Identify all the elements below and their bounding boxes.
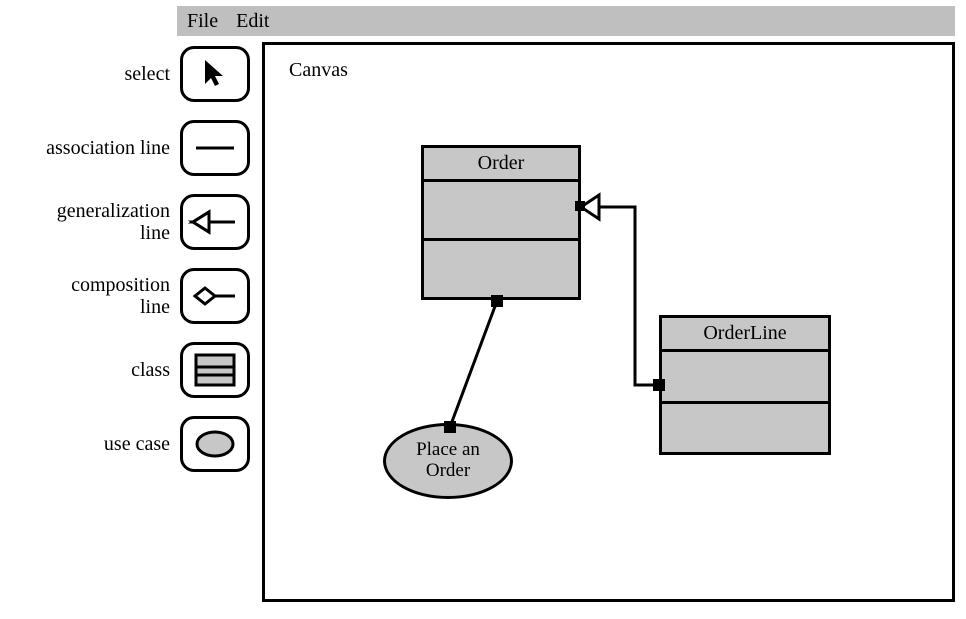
tool-usecase-button[interactable] <box>180 416 250 472</box>
tool-label-association: association line <box>46 137 170 159</box>
tool-row-class: class <box>0 342 250 398</box>
uml-usecase-place-order[interactable]: Place an Order <box>383 423 513 499</box>
tool-label-composition: composition line <box>40 274 170 318</box>
uml-class-order-title: Order <box>424 148 578 182</box>
uml-class-orderline[interactable]: OrderLine <box>659 315 831 455</box>
association-line-icon <box>190 133 240 163</box>
tool-row-composition: composition line <box>0 268 250 324</box>
menu-edit[interactable]: Edit <box>236 10 269 33</box>
class-icon <box>192 351 238 389</box>
generalization-line-icon <box>187 204 243 240</box>
canvas-title: Canvas <box>289 59 348 82</box>
cursor-icon <box>197 56 233 92</box>
uml-class-orderline-attrs <box>662 352 828 404</box>
menubar: File Edit <box>177 6 955 36</box>
tool-label-usecase: use case <box>104 433 170 455</box>
uml-class-orderline-ops <box>662 404 828 453</box>
uml-usecase-place-order-label: Place an Order <box>392 440 504 482</box>
uml-class-order-attrs <box>424 182 578 241</box>
usecase-icon <box>190 425 240 463</box>
tool-label-generalization: generalization line <box>40 200 170 244</box>
tool-class-button[interactable] <box>180 342 250 398</box>
tool-row-select: select <box>0 46 250 102</box>
composition-line-icon <box>187 278 243 314</box>
menu-file[interactable]: File <box>187 10 218 33</box>
uml-class-order-ops <box>424 241 578 297</box>
tool-row-generalization: generalization line <box>0 194 250 250</box>
connector-overlay <box>265 45 958 605</box>
tool-row-association: association line <box>0 120 250 176</box>
toolbox: select association line generalization l… <box>0 42 250 472</box>
connector-generalization-orderline-order[interactable] <box>575 195 665 391</box>
tool-row-usecase: use case <box>0 416 250 472</box>
uml-class-order[interactable]: Order <box>421 145 581 300</box>
canvas[interactable]: Canvas Order OrderLine Place an Order <box>262 42 955 602</box>
connector-association-order-usecase[interactable] <box>444 295 503 433</box>
uml-class-orderline-title: OrderLine <box>662 318 828 352</box>
tool-generalization-button[interactable] <box>180 194 250 250</box>
tool-select-button[interactable] <box>180 46 250 102</box>
tool-composition-button[interactable] <box>180 268 250 324</box>
tool-association-button[interactable] <box>180 120 250 176</box>
tool-label-select: select <box>124 63 170 85</box>
tool-label-class: class <box>131 359 170 381</box>
